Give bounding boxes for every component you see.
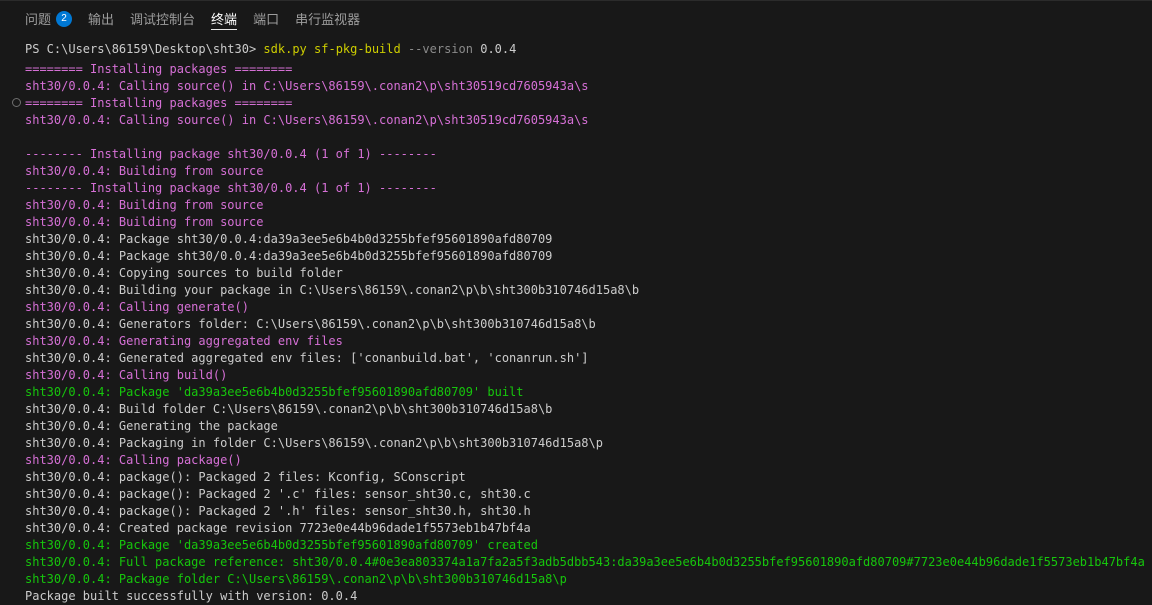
terminal-line: sht30/0.0.4: Package folder C:\Users\861… <box>25 571 1152 588</box>
terminal-line: sht30/0.0.4: Calling package() <box>25 452 1152 469</box>
terminal-line: sht30/0.0.4: Building your package in C:… <box>25 282 1152 299</box>
terminal-line: Package built successfully with version:… <box>25 588 1152 605</box>
terminal-line: sht30/0.0.4: Calling source() in C:\User… <box>25 112 1152 129</box>
terminal-line: sht30/0.0.4: Build folder C:\Users\86159… <box>25 401 1152 418</box>
prompt-version-arg: 0.0.4 <box>480 42 516 56</box>
terminal-line: -------- Installing package sht30/0.0.4 … <box>25 146 1152 163</box>
prompt-subcommand: sf-pkg-build <box>314 42 401 56</box>
tab-ports[interactable]: 端口 <box>245 1 287 36</box>
tab-label: 终端 <box>211 9 237 28</box>
tab-terminal[interactable]: 终端 <box>203 1 245 36</box>
problems-count-badge: 2 <box>56 11 72 27</box>
tab-label: 问题 <box>25 9 51 28</box>
terminal-line <box>25 129 1152 146</box>
bottom-panel: 问题 2 输出调试控制台终端端口串行监视器 PS C:\Users\86159\De… <box>0 0 1152 605</box>
terminal-line: sht30/0.0.4: package(): Packaged 2 files… <box>25 469 1152 486</box>
terminal-line: sht30/0.0.4: Packaging in folder C:\User… <box>25 435 1152 452</box>
tab-output[interactable]: 输出 <box>80 1 122 36</box>
terminal-line: ======== Installing packages ======== <box>25 61 1152 78</box>
terminal-line: sht30/0.0.4: Generated aggregated env fi… <box>25 350 1152 367</box>
terminal-line: sht30/0.0.4: Calling build() <box>25 367 1152 384</box>
tab-label: 端口 <box>253 9 279 28</box>
tab-label: 输出 <box>88 9 114 28</box>
terminal-line: sht30/0.0.4: Calling generate() <box>25 299 1152 316</box>
terminal-line: sht30/0.0.4: Building from source <box>25 163 1152 180</box>
terminal-line: sht30/0.0.4: Copying sources to build fo… <box>25 265 1152 282</box>
terminal-line: sht30/0.0.4: package(): Packaged 2 '.c' … <box>25 486 1152 503</box>
terminal-view[interactable]: PS C:\Users\86159\Desktop\sht30> sdk.py … <box>0 36 1152 605</box>
terminal-line: sht30/0.0.4: Package 'da39a3ee5e6b4b0d32… <box>25 537 1152 554</box>
terminal-line: sht30/0.0.4: Building from source <box>25 214 1152 231</box>
terminal-prompt-line: PS C:\Users\86159\Desktop\sht30> sdk.py … <box>25 41 1152 58</box>
terminal-line: sht30/0.0.4: Building from source <box>25 197 1152 214</box>
tab-label: 调试控制台 <box>130 9 195 28</box>
terminal-line: sht30/0.0.4: Package sht30/0.0.4:da39a3e… <box>25 231 1152 248</box>
terminal-line: sht30/0.0.4: Package sht30/0.0.4:da39a3e… <box>25 248 1152 265</box>
prompt-command: sdk.py <box>263 42 306 56</box>
terminal-line: sht30/0.0.4: Calling source() in C:\User… <box>25 78 1152 95</box>
terminal-line: sht30/0.0.4: Generators folder: C:\Users… <box>25 316 1152 333</box>
prompt-cwd: PS C:\Users\86159\Desktop\sht30> <box>25 42 256 56</box>
prompt-flag: --version <box>408 42 473 56</box>
panel-tab-bar: 问题 2 输出调试控制台终端端口串行监视器 <box>0 1 1152 36</box>
terminal-lines: ======== Installing packages ========sht… <box>25 61 1152 605</box>
terminal-line: sht30/0.0.4: Full package reference: sht… <box>25 554 1152 571</box>
tab-problems[interactable]: 问题 2 <box>17 1 80 36</box>
terminal-line: sht30/0.0.4: package(): Packaged 2 '.h' … <box>25 503 1152 520</box>
terminal-line: sht30/0.0.4: Created package revision 77… <box>25 520 1152 537</box>
tab-debug-console[interactable]: 调试控制台 <box>122 1 203 36</box>
terminal-line: -------- Installing package sht30/0.0.4 … <box>25 180 1152 197</box>
tab-label: 串行监视器 <box>295 9 360 28</box>
tab-serial-monitor[interactable]: 串行监视器 <box>287 1 368 36</box>
terminal-line: sht30/0.0.4: Generating the package <box>25 418 1152 435</box>
terminal-line: sht30/0.0.4: Package 'da39a3ee5e6b4b0d32… <box>25 384 1152 401</box>
terminal-line: ======== Installing packages ======== <box>25 95 1152 112</box>
terminal-line: sht30/0.0.4: Generating aggregated env f… <box>25 333 1152 350</box>
